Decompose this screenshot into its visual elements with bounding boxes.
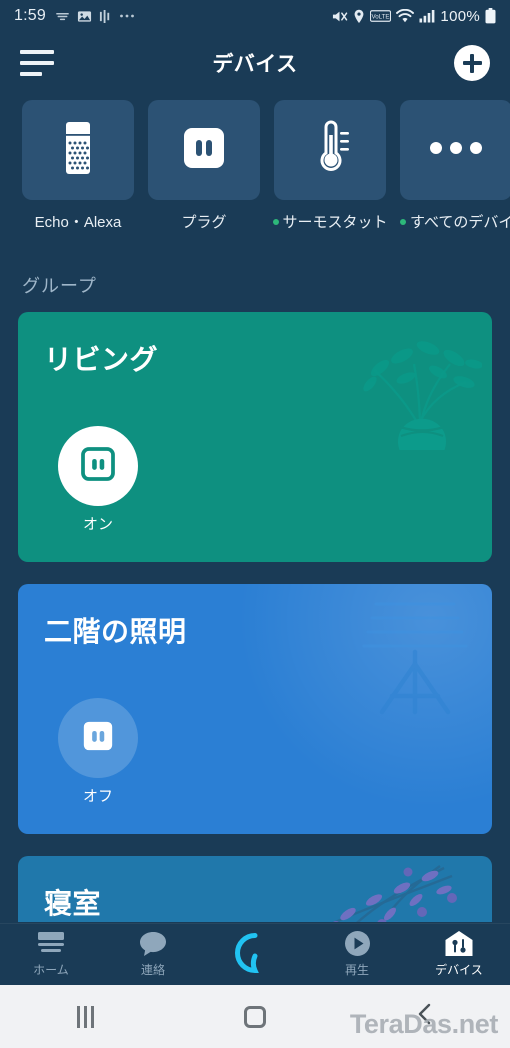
alexa-ring-icon bbox=[234, 932, 276, 974]
battery-icon bbox=[485, 8, 496, 24]
category-tile[interactable] bbox=[22, 100, 134, 200]
group-power-toggle[interactable] bbox=[58, 426, 138, 506]
category-label: Echo・Alexa bbox=[22, 211, 134, 232]
nav-item-alexa[interactable] bbox=[204, 932, 306, 978]
category-echo-alexa[interactable]: Echo・Alexa bbox=[22, 100, 134, 240]
battery-percent-label: 100% bbox=[440, 7, 480, 25]
nav-label: 連絡 bbox=[140, 963, 165, 977]
status-bar-left-icons bbox=[55, 9, 135, 24]
nav-label: 再生 bbox=[344, 963, 369, 977]
bottom-navigation[interactable]: ホーム 連絡 再生 デバイス bbox=[0, 923, 510, 985]
android-system-nav[interactable]: TeraDas.net bbox=[0, 985, 510, 1048]
category-plug[interactable]: プラグ bbox=[148, 100, 260, 240]
hamburger-line-1 bbox=[20, 50, 54, 54]
plug-icon bbox=[78, 716, 118, 761]
nav-item-home[interactable]: ホーム bbox=[0, 931, 102, 978]
category-text: Echo・Alexa bbox=[34, 214, 122, 231]
groups-section-title: グループ bbox=[22, 276, 97, 296]
nav-item-devices[interactable]: デバイス bbox=[408, 931, 510, 978]
chat-bubble-icon bbox=[139, 931, 167, 957]
recent-apps-icon[interactable] bbox=[0, 1005, 170, 1028]
category-tile[interactable] bbox=[400, 100, 510, 200]
group-state-label: オフ bbox=[82, 788, 113, 805]
phone-screen: 1:59 VoLTE 100% デバイス Echo・Alexa プラグ サーモス… bbox=[0, 0, 510, 1048]
signal-icon bbox=[419, 9, 435, 23]
category-tile[interactable] bbox=[274, 100, 386, 200]
group-card-bedroom[interactable]: 寝室 bbox=[18, 856, 492, 922]
home-square-icon[interactable] bbox=[170, 1005, 340, 1028]
home-square-glyph bbox=[244, 1005, 266, 1028]
status-dot bbox=[400, 218, 406, 225]
category-text: プラグ bbox=[181, 214, 227, 231]
plant-vase-art bbox=[342, 320, 483, 466]
echo-speaker-icon bbox=[57, 120, 99, 181]
equalizer-icon bbox=[99, 9, 112, 24]
nav-label: デバイス bbox=[435, 963, 483, 977]
hamburger-line-3 bbox=[20, 72, 42, 76]
gallery-icon bbox=[77, 9, 92, 24]
group-power-toggle[interactable] bbox=[58, 698, 138, 778]
category-label: すべてのデバイス bbox=[400, 211, 510, 232]
nav-item-play[interactable]: 再生 bbox=[306, 931, 408, 978]
category-label: サーモスタット bbox=[272, 211, 388, 232]
location-icon bbox=[353, 9, 365, 24]
status-bar-clock: 1:59 bbox=[14, 7, 46, 24]
category-text: すべてのデバイス bbox=[410, 214, 510, 231]
play-circle-icon bbox=[344, 931, 371, 957]
device-category-row[interactable]: Echo・Alexa プラグ サーモスタット すべてのデバイ bbox=[0, 100, 510, 240]
wifi-icon bbox=[396, 8, 415, 24]
recent-bar-2 bbox=[83, 1005, 87, 1028]
recent-bar-1 bbox=[76, 1005, 80, 1028]
plug-icon bbox=[78, 444, 118, 489]
thermostat-icon bbox=[306, 119, 354, 182]
recent-apps-glyph bbox=[76, 1005, 94, 1028]
purple-branch-art bbox=[312, 856, 462, 922]
category-tile[interactable] bbox=[148, 100, 260, 200]
group-card-name: リビング bbox=[44, 344, 159, 375]
status-dot bbox=[272, 218, 279, 225]
devices-house-icon bbox=[444, 931, 474, 957]
group-card-upstairs-lights[interactable]: 二階の照明 オフ bbox=[18, 584, 492, 834]
nav-label: ホーム bbox=[33, 963, 69, 977]
home-icon bbox=[35, 931, 67, 957]
hamburger-line-2 bbox=[20, 61, 54, 65]
hamburger-menu-icon[interactable] bbox=[20, 50, 54, 76]
add-device-button[interactable] bbox=[454, 45, 490, 81]
mute-icon bbox=[331, 9, 348, 24]
plug-icon bbox=[180, 124, 228, 177]
more-icon bbox=[119, 13, 135, 19]
status-bar-right-icons: VoLTE 100% bbox=[331, 8, 496, 25]
page-title: デバイス bbox=[212, 53, 298, 76]
category-text: サーモスタット bbox=[282, 214, 388, 231]
category-all-devices[interactable]: すべてのデバイス bbox=[400, 100, 510, 240]
group-toggle-wrap[interactable]: オン bbox=[56, 426, 140, 534]
group-state-label: オン bbox=[82, 516, 113, 533]
group-cards-list[interactable]: リビング オン 二階の照明 オフ 寝室 bbox=[0, 312, 510, 922]
cast-icon bbox=[55, 9, 70, 24]
category-thermostat[interactable]: サーモスタット bbox=[272, 100, 388, 240]
nav-item-communicate[interactable]: 連絡 bbox=[102, 931, 204, 978]
group-card-name: 二階の照明 bbox=[44, 616, 187, 647]
group-card-living-room[interactable]: リビング オン bbox=[18, 312, 492, 562]
app-header: デバイス bbox=[0, 32, 510, 94]
svg-text:VoLTE: VoLTE bbox=[372, 13, 390, 20]
status-bar: 1:59 VoLTE 100% bbox=[0, 0, 510, 32]
category-label: プラグ bbox=[148, 211, 260, 232]
back-icon[interactable] bbox=[340, 1003, 510, 1030]
volte-icon: VoLTE bbox=[370, 10, 392, 22]
group-card-name: 寝室 bbox=[44, 888, 102, 919]
back-glyph bbox=[415, 1003, 435, 1030]
recent-bar-3 bbox=[90, 1005, 94, 1028]
more-dots-icon bbox=[428, 140, 484, 161]
group-toggle-wrap[interactable]: オフ bbox=[56, 698, 140, 806]
floor-lamp-art bbox=[352, 592, 482, 737]
